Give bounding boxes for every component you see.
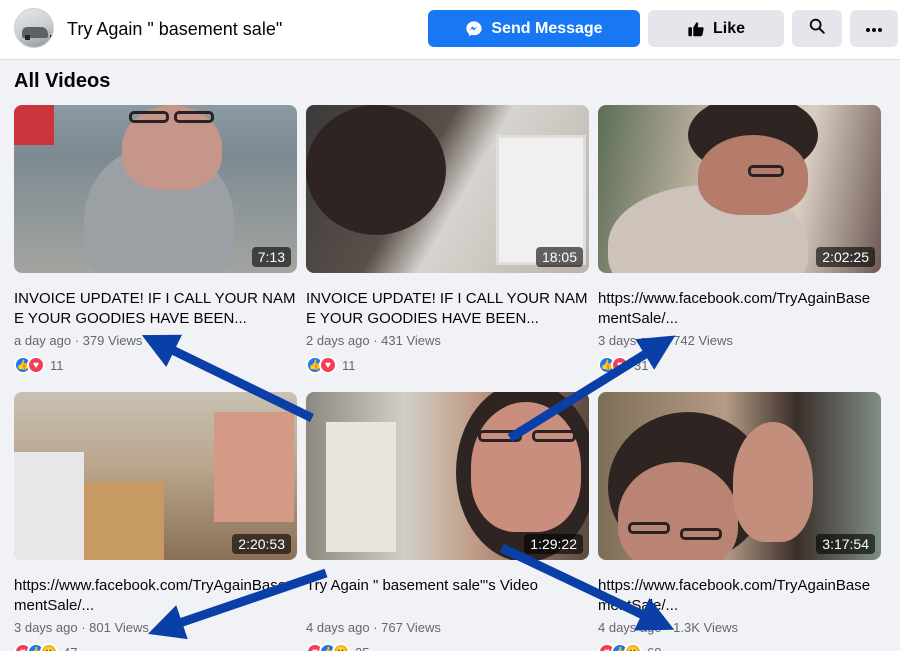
reactions-summary[interactable]: 👍 ♥ 31: [598, 355, 648, 375]
video-meta: 4 days ago · 767 Views: [306, 620, 441, 635]
video-title[interactable]: https://www.facebook.com/TryAgainBasemen…: [598, 576, 881, 616]
send-message-button[interactable]: Send Message: [428, 10, 640, 47]
reaction-count: 11: [342, 357, 356, 373]
thumbnail-person: [306, 105, 446, 235]
video-title[interactable]: INVOICE UPDATE! IF I CALL YOUR NAME YOUR…: [14, 289, 297, 329]
thumbnail-scenery: [14, 105, 54, 145]
thumbnail-glasses: [174, 111, 214, 123]
send-message-label: Send Message: [491, 19, 603, 37]
reactions-summary[interactable]: ♥ 👍 😮 47: [14, 642, 77, 651]
video-thumbnail[interactable]: 18:05: [306, 105, 589, 273]
video-card[interactable]: 2:02:25 https://www.facebook.com/TryAgai…: [598, 105, 881, 374]
section-title: All Videos: [14, 70, 111, 92]
like-page-button[interactable]: Like: [648, 10, 784, 47]
video-duration: 2:20:53: [232, 534, 291, 554]
thumbnail-face: [471, 402, 581, 532]
thumbnail-shelf: [326, 422, 396, 552]
video-duration: 18:05: [535, 247, 583, 267]
video-views: 1.3K Views: [673, 620, 738, 635]
video-views: 742 Views: [673, 333, 733, 348]
video-title[interactable]: https://www.facebook.com/TryAgainBasemen…: [14, 576, 297, 616]
video-duration: 7:13: [251, 247, 291, 267]
video-age: 4 days ago: [306, 620, 370, 635]
video-thumbnail[interactable]: 2:20:53: [14, 392, 297, 560]
wow-reaction-icon: 😮: [40, 643, 58, 651]
video-age: 4 days ago: [598, 620, 662, 635]
video-meta: 3 days ago · 801 Views: [14, 620, 149, 635]
thumbnail-scenery: [496, 135, 586, 265]
thumbnail-glasses: [532, 430, 576, 442]
wow-reaction-icon: 😮: [624, 643, 642, 651]
thumbnail-glasses: [129, 111, 169, 123]
video-meta: 2 days ago · 431 Views: [306, 333, 441, 348]
messenger-icon: [465, 20, 483, 38]
video-meta: a day ago · 379 Views: [14, 333, 143, 348]
thumbnail-scenery: [14, 452, 84, 560]
video-views: 801 Views: [89, 620, 149, 635]
thumbnail-glasses: [748, 165, 784, 177]
video-meta: 4 days ago · 1.3K Views: [598, 620, 738, 635]
video-duration: 1:29:22: [524, 534, 583, 554]
reactions-summary[interactable]: 👍 ♥ 11: [306, 355, 356, 375]
video-age: 3 days ago: [598, 333, 662, 348]
video-views: 379 Views: [82, 333, 143, 348]
video-thumbnail[interactable]: 1:29:22: [306, 392, 589, 560]
video-thumbnail[interactable]: 2:02:25: [598, 105, 881, 273]
love-reaction-icon: ♥: [319, 356, 337, 374]
video-age: a day ago: [14, 333, 72, 348]
video-card[interactable]: 2:20:53 https://www.facebook.com/TryAgai…: [14, 392, 297, 651]
love-reaction-icon: ♥: [27, 356, 45, 374]
video-thumbnail[interactable]: 3:17:54: [598, 392, 881, 560]
like-label: Like: [712, 19, 745, 37]
video-meta: 3 days ago · 742 Views: [598, 333, 733, 348]
reaction-count: 35: [355, 645, 369, 651]
video-card[interactable]: 3:17:54 https://www.facebook.com/TryAgai…: [598, 392, 881, 651]
video-title[interactable]: INVOICE UPDATE! IF I CALL YOUR NAME YOUR…: [306, 289, 589, 329]
search-icon: [808, 17, 826, 40]
reaction-count: 31: [634, 357, 649, 373]
thumbnail-glasses: [628, 522, 670, 534]
thumbnail-box: [74, 482, 164, 560]
reactions-summary[interactable]: 👍 ♥ 11: [14, 355, 64, 375]
love-reaction-icon: ♥: [611, 356, 629, 374]
video-views: 431 Views: [381, 333, 441, 348]
wow-reaction-icon: 😮: [332, 643, 350, 651]
thumbnail-scenery: [214, 412, 294, 522]
page-title[interactable]: Try Again " basement sale": [67, 19, 282, 40]
more-options-button[interactable]: [850, 10, 898, 47]
page-header: Try Again " basement sale" Send Message …: [0, 0, 900, 60]
video-thumbnail[interactable]: 7:13: [14, 105, 297, 273]
search-button[interactable]: [792, 10, 842, 47]
more-options-icon: [865, 20, 883, 38]
thumbnail-glasses: [478, 430, 522, 442]
video-title[interactable]: Try Again " basement sale"'s Video: [306, 576, 589, 616]
thumbnail-hand: [733, 422, 813, 542]
reaction-count: 47: [63, 645, 77, 651]
thumbs-up-icon: [687, 20, 705, 38]
reaction-count: 68: [647, 645, 661, 651]
video-card[interactable]: 7:13 INVOICE UPDATE! IF I CALL YOUR NAME…: [14, 105, 297, 374]
video-card[interactable]: 1:29:22 Try Again " basement sale"'s Vid…: [306, 392, 589, 651]
video-views: 767 Views: [381, 620, 441, 635]
reactions-summary[interactable]: ♥ 👍 😮 35: [306, 642, 369, 651]
video-duration: 3:17:54: [816, 534, 875, 554]
video-title[interactable]: https://www.facebook.com/TryAgainBasemen…: [598, 289, 881, 329]
video-age: 3 days ago: [14, 620, 78, 635]
reaction-count: 11: [50, 357, 64, 373]
reactions-summary[interactable]: ♥ 👍 😮 68: [598, 642, 661, 651]
video-age: 2 days ago: [306, 333, 370, 348]
video-card[interactable]: 18:05 INVOICE UPDATE! IF I CALL YOUR NAM…: [306, 105, 589, 374]
thumbnail-glasses: [680, 528, 722, 540]
page-avatar[interactable]: [14, 8, 54, 48]
video-duration: 2:02:25: [816, 247, 875, 267]
